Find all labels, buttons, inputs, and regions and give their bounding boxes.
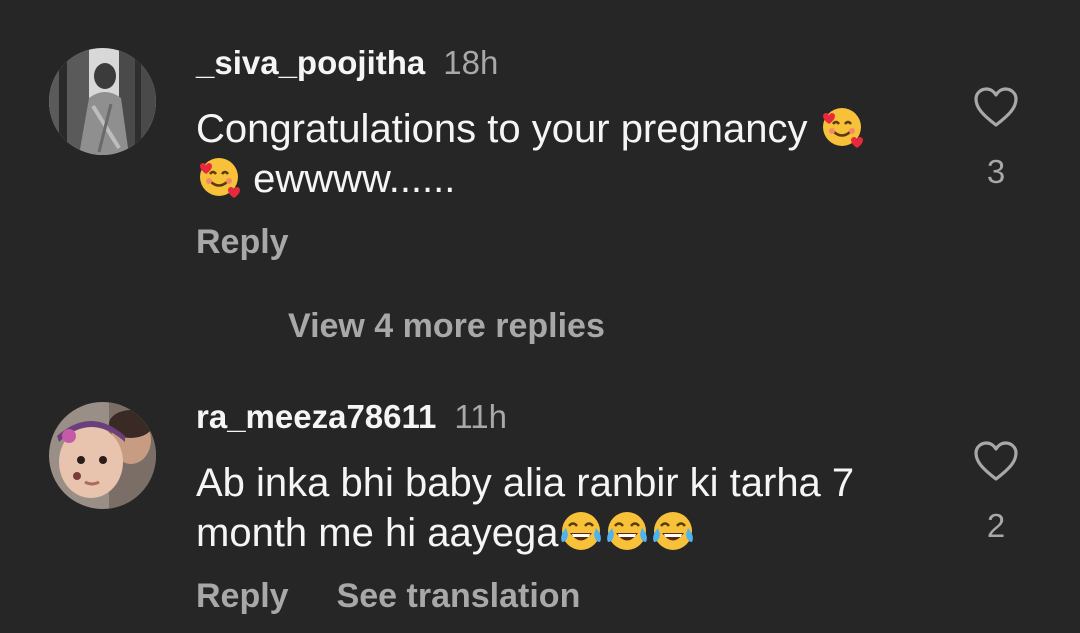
reply-button[interactable]: Reply: [196, 577, 289, 615]
heart-outline-icon[interactable]: [973, 440, 1019, 482]
avatar[interactable]: [49, 402, 156, 509]
comment-header: ra_meeza78611 11h: [196, 397, 507, 437]
username[interactable]: _siva_poojitha: [196, 44, 425, 81]
comment-text-line: Ab inka bhi baby alia ranbir ki tarha 7: [196, 461, 855, 505]
reply-button[interactable]: Reply: [196, 223, 289, 261]
see-translation-button[interactable]: See translation: [337, 577, 581, 615]
timestamp: 11h: [454, 398, 508, 435]
view-more-replies-button[interactable]: View 4 more replies: [288, 306, 605, 346]
comment-actions: Reply: [196, 222, 337, 262]
like-button[interactable]: 2: [968, 440, 1024, 546]
like-button[interactable]: 3: [968, 86, 1024, 192]
comment-text-line: ewwww......: [242, 157, 456, 201]
heart-outline-icon[interactable]: [973, 86, 1019, 128]
timestamp: 18h: [443, 44, 499, 81]
like-count: 3: [986, 153, 1006, 190]
smiling-face-with-hearts-icon: [822, 108, 863, 148]
face-with-tears-of-joy-icon: [653, 512, 694, 550]
face-with-tears-of-joy-icon: [561, 512, 602, 550]
face-with-tears-of-joy-icon: [607, 512, 648, 550]
comment-text-line: Congratulations to your pregnancy: [196, 107, 819, 151]
comment-actions: Reply See translation: [196, 576, 580, 616]
like-count: 2: [986, 507, 1006, 544]
comment-text: Ab inka bhi baby alia ranbir ki tarha 7 m…: [196, 458, 916, 558]
avatar[interactable]: [49, 48, 156, 155]
smiling-face-with-hearts-icon: [200, 158, 240, 198]
comment-text-line: month me hi aayega: [196, 511, 559, 555]
username[interactable]: ra_meeza78611: [196, 398, 436, 435]
comment-text: Congratulations to your pregnancy ewwww.…: [196, 104, 916, 204]
comment-header: _siva_poojitha 18h: [196, 43, 498, 83]
